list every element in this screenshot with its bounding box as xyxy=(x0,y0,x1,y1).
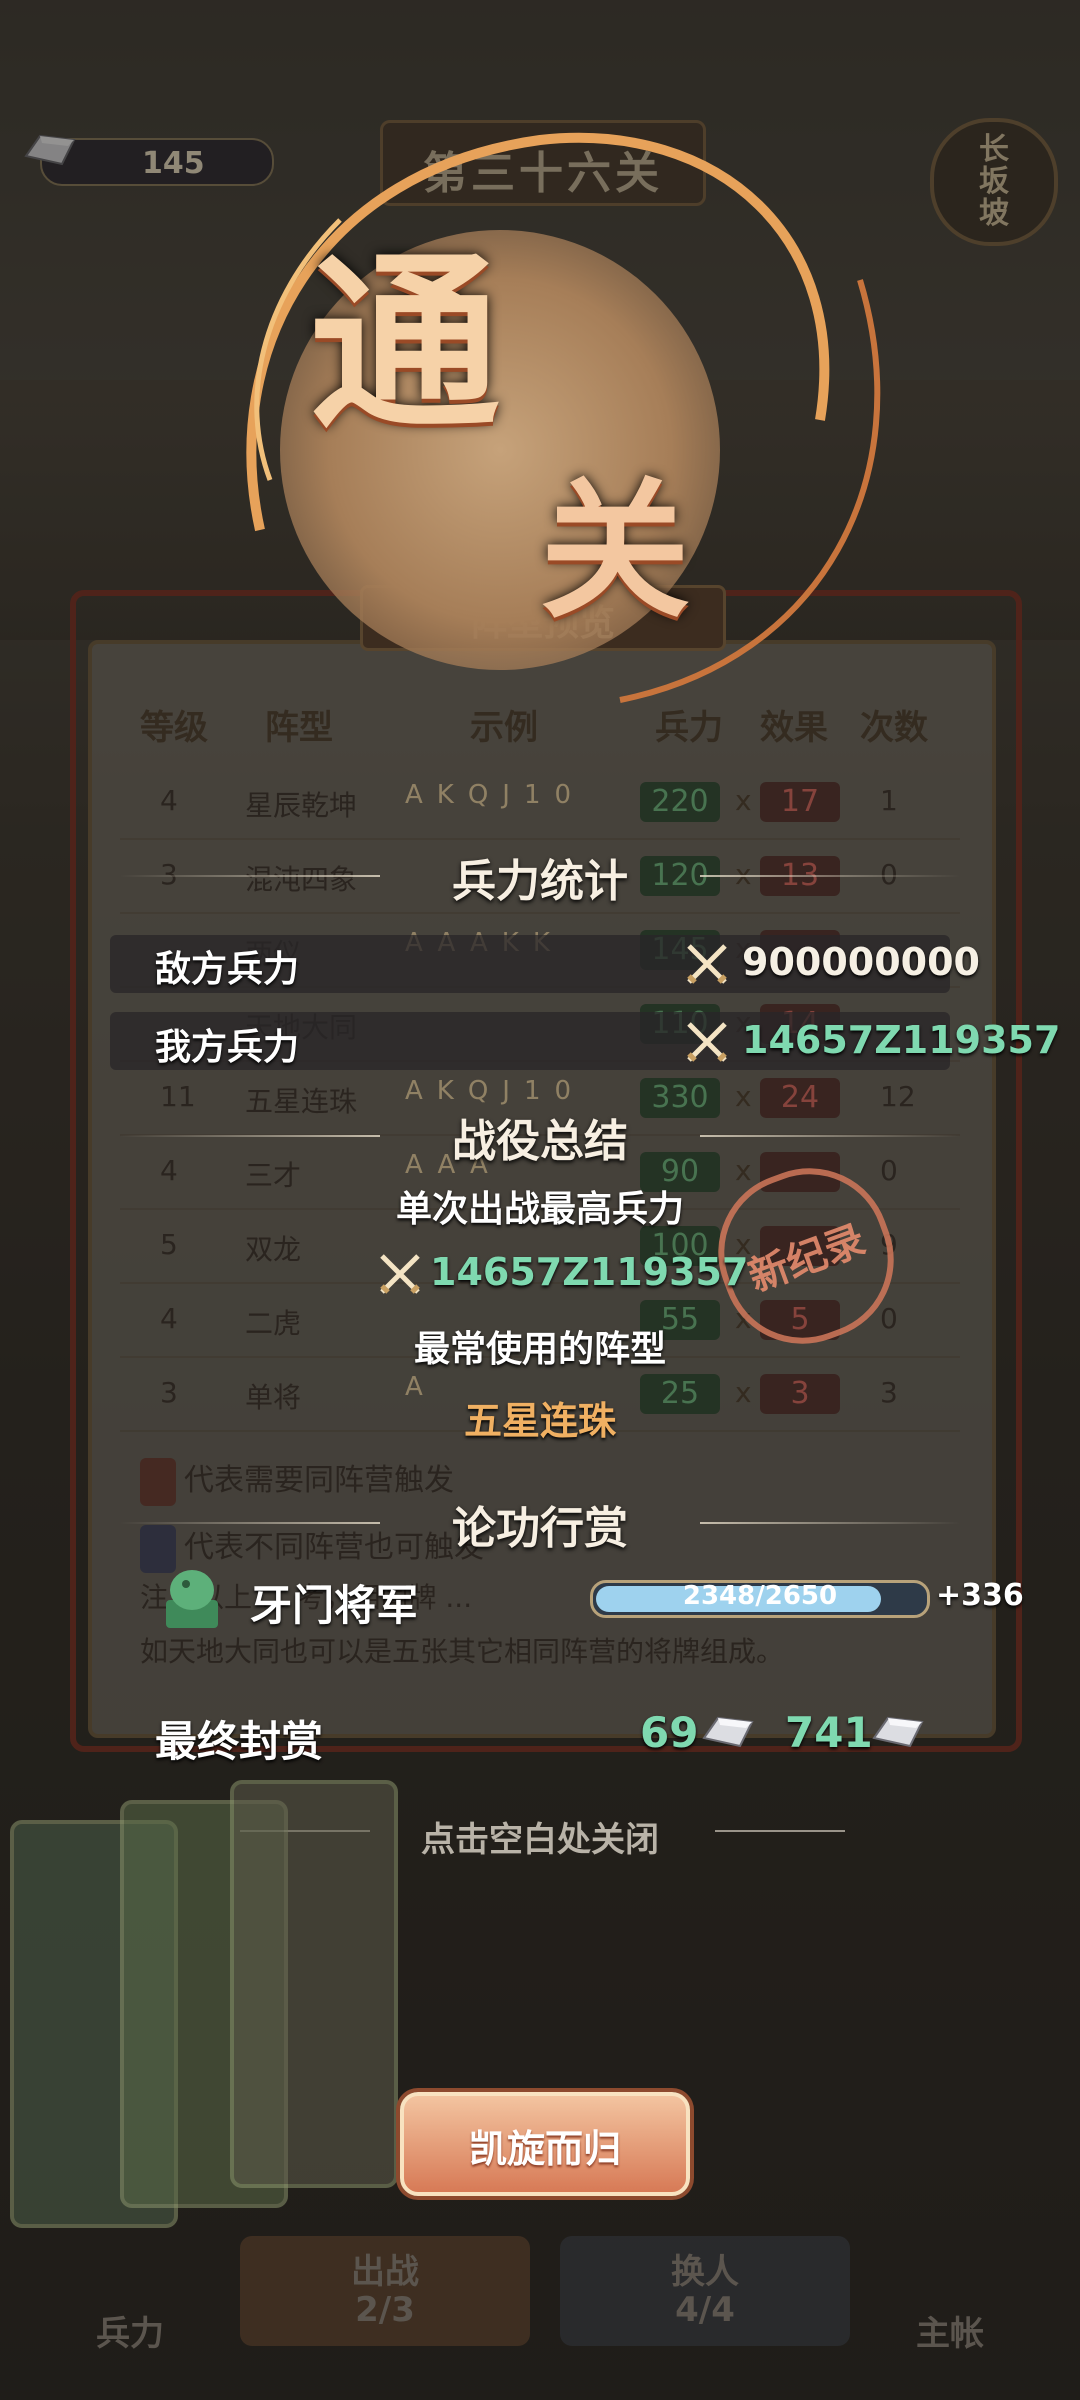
silver-ingot-icon xyxy=(702,1716,754,1748)
rank-exp-text: 2348/2650 xyxy=(682,1581,838,1611)
max-power-value: 14657Z119357 xyxy=(430,1250,749,1294)
general-card xyxy=(230,1780,398,2188)
swap-button[interactable]: 换人 4/4 xyxy=(560,2236,850,2346)
return-triumph-button[interactable]: 凯旋而归 xyxy=(400,2092,690,2196)
ally-power-value: 14657Z119357 xyxy=(742,1018,1061,1062)
common-formation-value: 五星连珠 xyxy=(463,1399,616,1443)
silver-ingot-icon xyxy=(872,1716,924,1748)
deploy-count: 2/3 xyxy=(355,2290,415,2330)
stats-section-title: 兵力统计 xyxy=(452,856,628,907)
crossed-swords-icon xyxy=(687,1022,727,1062)
crossed-swords-icon xyxy=(687,944,727,984)
victory-title-bottom: 关 xyxy=(540,465,691,639)
troops-label: 兵力 xyxy=(96,2314,164,2354)
common-formation-label: 最常使用的阵型 xyxy=(413,1329,666,1370)
enemy-power-value: 900000000 xyxy=(742,940,980,984)
final-reward-a-value: 69 xyxy=(640,1708,699,1757)
troops-button[interactable]: 兵力 xyxy=(70,2236,190,2354)
swap-count: 4/4 xyxy=(675,2290,735,2330)
hint-line-right xyxy=(715,1830,845,1832)
final-reward-label: 最终封赏 xyxy=(155,1717,324,1766)
crossed-swords-icon xyxy=(380,1254,420,1294)
rank-exp-gain: +336 xyxy=(936,1578,1024,1613)
summary-section-title: 战役总结 xyxy=(452,1116,628,1167)
max-power-label: 单次出战最高兵力 xyxy=(395,1189,684,1230)
deploy-label: 出战 xyxy=(351,2252,419,2292)
victory-title-top: 通 xyxy=(310,234,501,455)
return-triumph-label: 凯旋而归 xyxy=(468,2127,621,2171)
swap-label: 换人 xyxy=(671,2252,739,2292)
rank-title: 牙门将军 xyxy=(250,1581,419,1630)
main-tent-label: 主帐 xyxy=(916,2314,984,2354)
ally-power-label: 我方兵力 xyxy=(155,1027,300,1068)
deploy-button[interactable]: 出战 2/3 xyxy=(240,2236,530,2346)
jade-seal-icon xyxy=(166,1570,218,1628)
rank-exp-bar: 2348/2650 xyxy=(590,1580,930,1618)
enemy-power-label: 敌方兵力 xyxy=(155,949,300,990)
final-reward-b-value: 741 xyxy=(785,1708,873,1757)
reward-section-title: 论功行赏 xyxy=(452,1503,628,1554)
main-tent-button[interactable]: 主帐 xyxy=(890,2236,1010,2354)
